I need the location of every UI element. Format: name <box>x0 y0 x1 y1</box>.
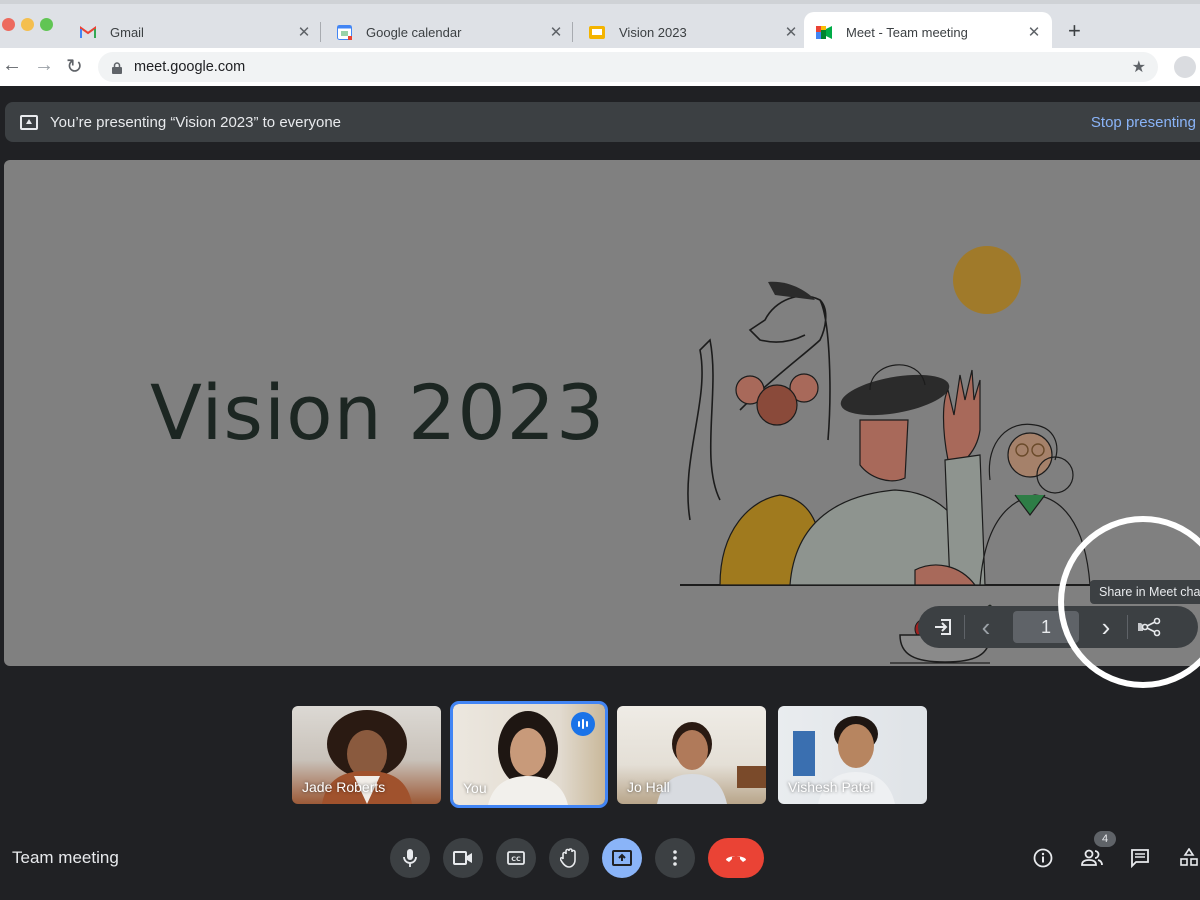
presenting-banner: You’re presenting “Vision 2023” to every… <box>5 102 1200 142</box>
sun-shape <box>953 246 1021 314</box>
present-screen-icon <box>612 850 632 866</box>
tab-close-icon[interactable]: ✕ <box>296 23 312 41</box>
tab-meet-team-meeting[interactable]: Meet - Team meeting ✕ <box>804 12 1052 52</box>
share-in-chat-button[interactable] <box>1128 606 1170 648</box>
slide-title: Vision 2023 <box>150 368 606 457</box>
exit-icon <box>935 619 951 635</box>
participant-tile[interactable]: Jade Roberts <box>292 706 441 804</box>
people-button[interactable] <box>1080 846 1104 870</box>
hat-brim <box>840 374 950 416</box>
person-left-head <box>756 384 798 426</box>
bookmark-star-icon[interactable]: ★ <box>1132 57 1146 77</box>
window-close-button[interactable] <box>2 18 15 31</box>
stop-presenting-button[interactable]: Stop presenting <box>1091 114 1196 131</box>
participant-tile[interactable]: Vishesh Patel <box>778 706 927 804</box>
microphone-button[interactable] <box>390 838 430 878</box>
exit-slideshow-button[interactable] <box>922 606 964 648</box>
tab-google-calendar[interactable]: Google calendar ✕ <box>336 12 564 52</box>
presentation-stage: Vision 2023 ‹ 1 › <box>4 160 1200 666</box>
tab-vision-2023[interactable]: Vision 2023 ✕ <box>589 12 799 52</box>
meeting-details-button[interactable] <box>1031 846 1055 870</box>
microphone-icon <box>403 849 417 867</box>
activities-icon <box>1180 848 1198 866</box>
captions-button[interactable]: CC <box>496 838 536 878</box>
slide-illustration <box>680 246 1105 664</box>
participant-tile-self[interactable]: You <box>450 701 608 808</box>
people-count-badge: 4 <box>1094 831 1116 847</box>
participant-tile[interactable]: Jo Hall <box>617 706 766 804</box>
back-button[interactable]: ← <box>2 54 22 77</box>
raise-hand-icon <box>560 848 576 868</box>
slide-page-number[interactable]: 1 <box>1013 611 1079 643</box>
calendar-icon <box>336 24 352 40</box>
participant-name: Vishesh Patel <box>788 779 874 795</box>
tab-gmail[interactable]: Gmail ✕ <box>80 12 312 52</box>
lock-icon <box>112 61 122 74</box>
tab-close-icon[interactable]: ✕ <box>1026 23 1042 41</box>
tab-close-icon[interactable]: ✕ <box>548 23 564 41</box>
person-right-head <box>1007 432 1053 478</box>
window-maximize-button[interactable] <box>40 18 53 31</box>
hang-up-icon <box>726 856 746 862</box>
call-controls: CC <box>390 838 764 878</box>
address-bar[interactable]: meet.google.com ★ <box>98 52 1158 82</box>
gmail-icon <box>80 24 96 40</box>
camera-icon <box>453 851 472 865</box>
window-minimize-button[interactable] <box>21 18 34 31</box>
participant-name: Jade Roberts <box>302 779 386 795</box>
profile-avatar[interactable] <box>1174 56 1196 78</box>
activities-button[interactable] <box>1177 846 1200 870</box>
forward-button[interactable]: → <box>34 54 54 77</box>
reload-button[interactable]: ↻ <box>66 54 83 79</box>
participant-name: Jo Hall <box>627 779 670 795</box>
people-icon <box>1081 849 1103 866</box>
tab-divider <box>320 22 321 42</box>
next-slide-button[interactable]: › <box>1085 606 1127 648</box>
chat-button[interactable] <box>1128 846 1152 870</box>
tab-label: Gmail <box>110 24 144 40</box>
share-tooltip: Share in Meet cha <box>1090 580 1200 604</box>
meet-window: You’re presenting “Vision 2023” to every… <box>0 86 1200 900</box>
url-text: meet.google.com <box>134 59 246 75</box>
participant-strip: Jade Roberts You Jo Hall Vishesh Patel <box>292 701 927 808</box>
previous-slide-button[interactable]: ‹ <box>965 606 1007 648</box>
slides-icon <box>589 24 605 40</box>
svg-text:CC: CC <box>511 855 521 863</box>
raise-hand-button[interactable] <box>549 838 589 878</box>
meet-icon <box>816 24 832 40</box>
share-icon <box>1138 617 1161 637</box>
participant-name: You <box>463 780 487 796</box>
browser-toolbar: ← → ↻ meet.google.com ★ <box>0 48 1200 86</box>
meeting-name: Team meeting <box>12 848 119 867</box>
more-vert-icon <box>673 850 677 866</box>
browser-tab-bar: Gmail ✕ Google calendar ✕ Vision 2023 ✕ … <box>0 0 1200 52</box>
tab-close-icon[interactable]: ✕ <box>783 23 799 41</box>
raised-hand <box>942 369 981 461</box>
tab-label: Google calendar <box>366 24 462 40</box>
captions-icon: CC <box>507 851 525 865</box>
tab-label: Vision 2023 <box>619 24 687 40</box>
speaking-indicator-icon <box>571 712 595 736</box>
more-options-button[interactable] <box>655 838 695 878</box>
camera-button[interactable] <box>443 838 483 878</box>
tab-divider <box>572 22 573 42</box>
info-icon <box>1033 848 1053 868</box>
presenting-message: You’re presenting “Vision 2023” to every… <box>50 113 342 131</box>
tab-label: Meet - Team meeting <box>846 24 968 40</box>
chat-icon <box>1131 849 1149 868</box>
leave-call-button[interactable] <box>708 838 764 878</box>
present-screen-icon <box>20 114 38 130</box>
slide-controls-bar: ‹ 1 › <box>918 606 1198 648</box>
new-tab-button[interactable]: + <box>1068 18 1081 44</box>
present-now-button[interactable] <box>602 838 642 878</box>
